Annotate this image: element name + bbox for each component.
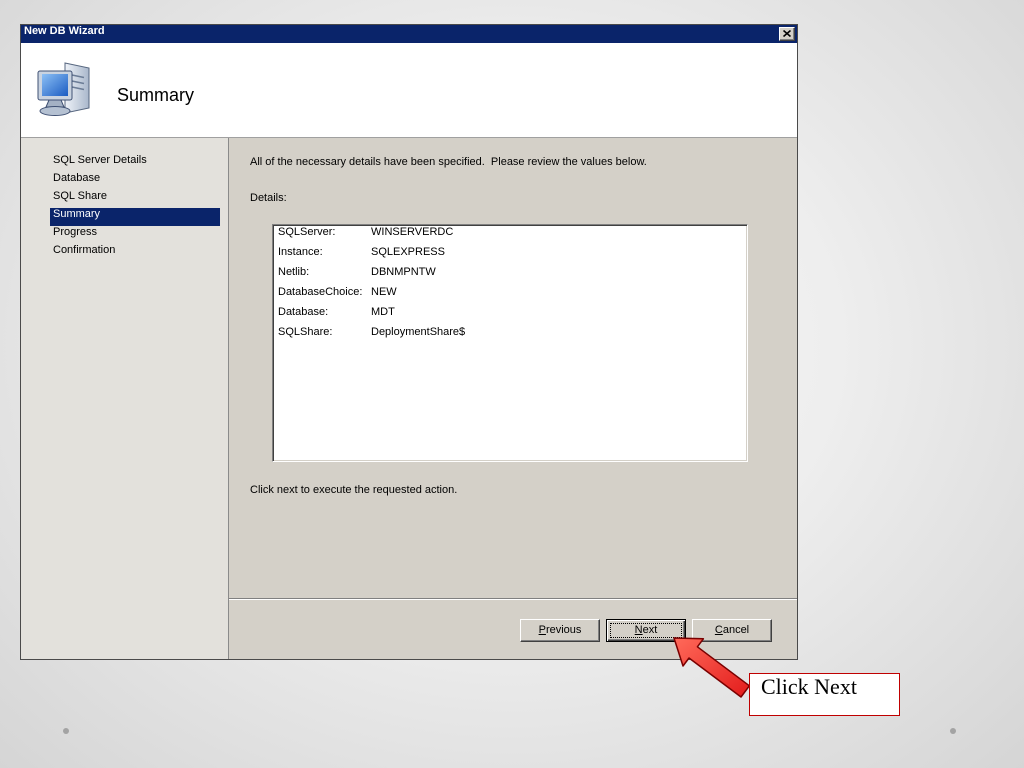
- red-arrow-icon: [673, 637, 751, 698]
- arrow-shape: [673, 637, 751, 698]
- details-label: Details:: [250, 192, 287, 204]
- detail-row: SQLShare: DeploymentShare$: [278, 326, 747, 346]
- button-separator: [229, 598, 797, 600]
- wizard-steps-sidebar: SQL Server Details Database SQL Share Su…: [21, 138, 229, 659]
- intro-text: All of the necessary details have been s…: [250, 156, 647, 168]
- page-title: Summary: [117, 85, 195, 105]
- detail-row: Instance: SQLEXPRESS: [278, 246, 747, 266]
- wizard-content: All of the necessary details have been s…: [229, 138, 797, 659]
- mnemonic-underline: N: [634, 624, 643, 636]
- sidebar-item-sql-share: SQL Share: [53, 190, 108, 202]
- steps-list: SQL Server Details Database SQL Share Su…: [50, 154, 220, 262]
- monitor-stand: [45, 99, 65, 108]
- close-button[interactable]: [779, 27, 795, 41]
- detail-value: DBNMPNTW: [371, 266, 436, 278]
- details-listbox[interactable]: SQLServer: WINSERVERDC Instance: SQLEXPRES…: [272, 224, 748, 462]
- sidebar-item-sql-server-details: SQL Server Details: [53, 154, 147, 166]
- mnemonic-underline: P: [538, 624, 546, 636]
- detail-value: DeploymentShare$: [371, 326, 466, 338]
- detail-value: WINSERVERDC: [371, 226, 454, 238]
- sidebar-item-progress: Progress: [53, 226, 98, 238]
- detail-row: Netlib: DBNMPNTW: [278, 266, 747, 286]
- slide-background: New DB Wizard Summary SQL Server Details…: [0, 0, 1024, 768]
- sidebar-item-confirmation: Confirmation: [53, 244, 116, 256]
- next-button-label: Next: [634, 624, 658, 636]
- sidebar-item-summary: Summary: [50, 208, 220, 226]
- detail-key: Netlib:: [278, 266, 310, 278]
- detail-key: SQLServer:: [278, 226, 336, 238]
- window-title: New DB Wizard: [24, 25, 105, 37]
- monitor-screen: [42, 74, 68, 96]
- click-next-callout: Click Next: [749, 673, 900, 716]
- detail-value: SQLEXPRESS: [371, 246, 445, 258]
- monitor-base: [39, 106, 71, 116]
- previous-button[interactable]: Previous: [520, 619, 600, 642]
- previous-button-label: Previous: [538, 624, 582, 636]
- detail-row: SQLServer: WINSERVERDC: [278, 226, 747, 246]
- wizard-body: SQL Server Details Database SQL Share Su…: [21, 138, 797, 659]
- detail-row: DatabaseChoice: NEW: [278, 286, 747, 306]
- wizard-header: Summary: [21, 43, 797, 138]
- instruction-text: Click next to execute the requested acti…: [250, 484, 458, 496]
- sidebar-item-database: Database: [53, 172, 101, 184]
- computer-document-icon: [37, 62, 90, 116]
- detail-row: Database: MDT: [278, 306, 747, 326]
- detail-value: MDT: [371, 306, 395, 318]
- detail-key: SQLShare:: [278, 326, 333, 338]
- detail-key: Database:: [278, 306, 329, 318]
- new-db-wizard-window: New DB Wizard Summary SQL Server Details…: [20, 24, 798, 660]
- slide-dot-left: [63, 728, 69, 734]
- slide-dot-right: [950, 728, 956, 734]
- detail-value: NEW: [371, 286, 397, 298]
- detail-key: Instance:: [278, 246, 323, 258]
- detail-key: DatabaseChoice:: [278, 286, 363, 298]
- title-bar[interactable]: New DB Wizard: [21, 25, 797, 43]
- close-icon: [783, 30, 791, 37]
- callout-text: Click Next: [761, 674, 857, 699]
